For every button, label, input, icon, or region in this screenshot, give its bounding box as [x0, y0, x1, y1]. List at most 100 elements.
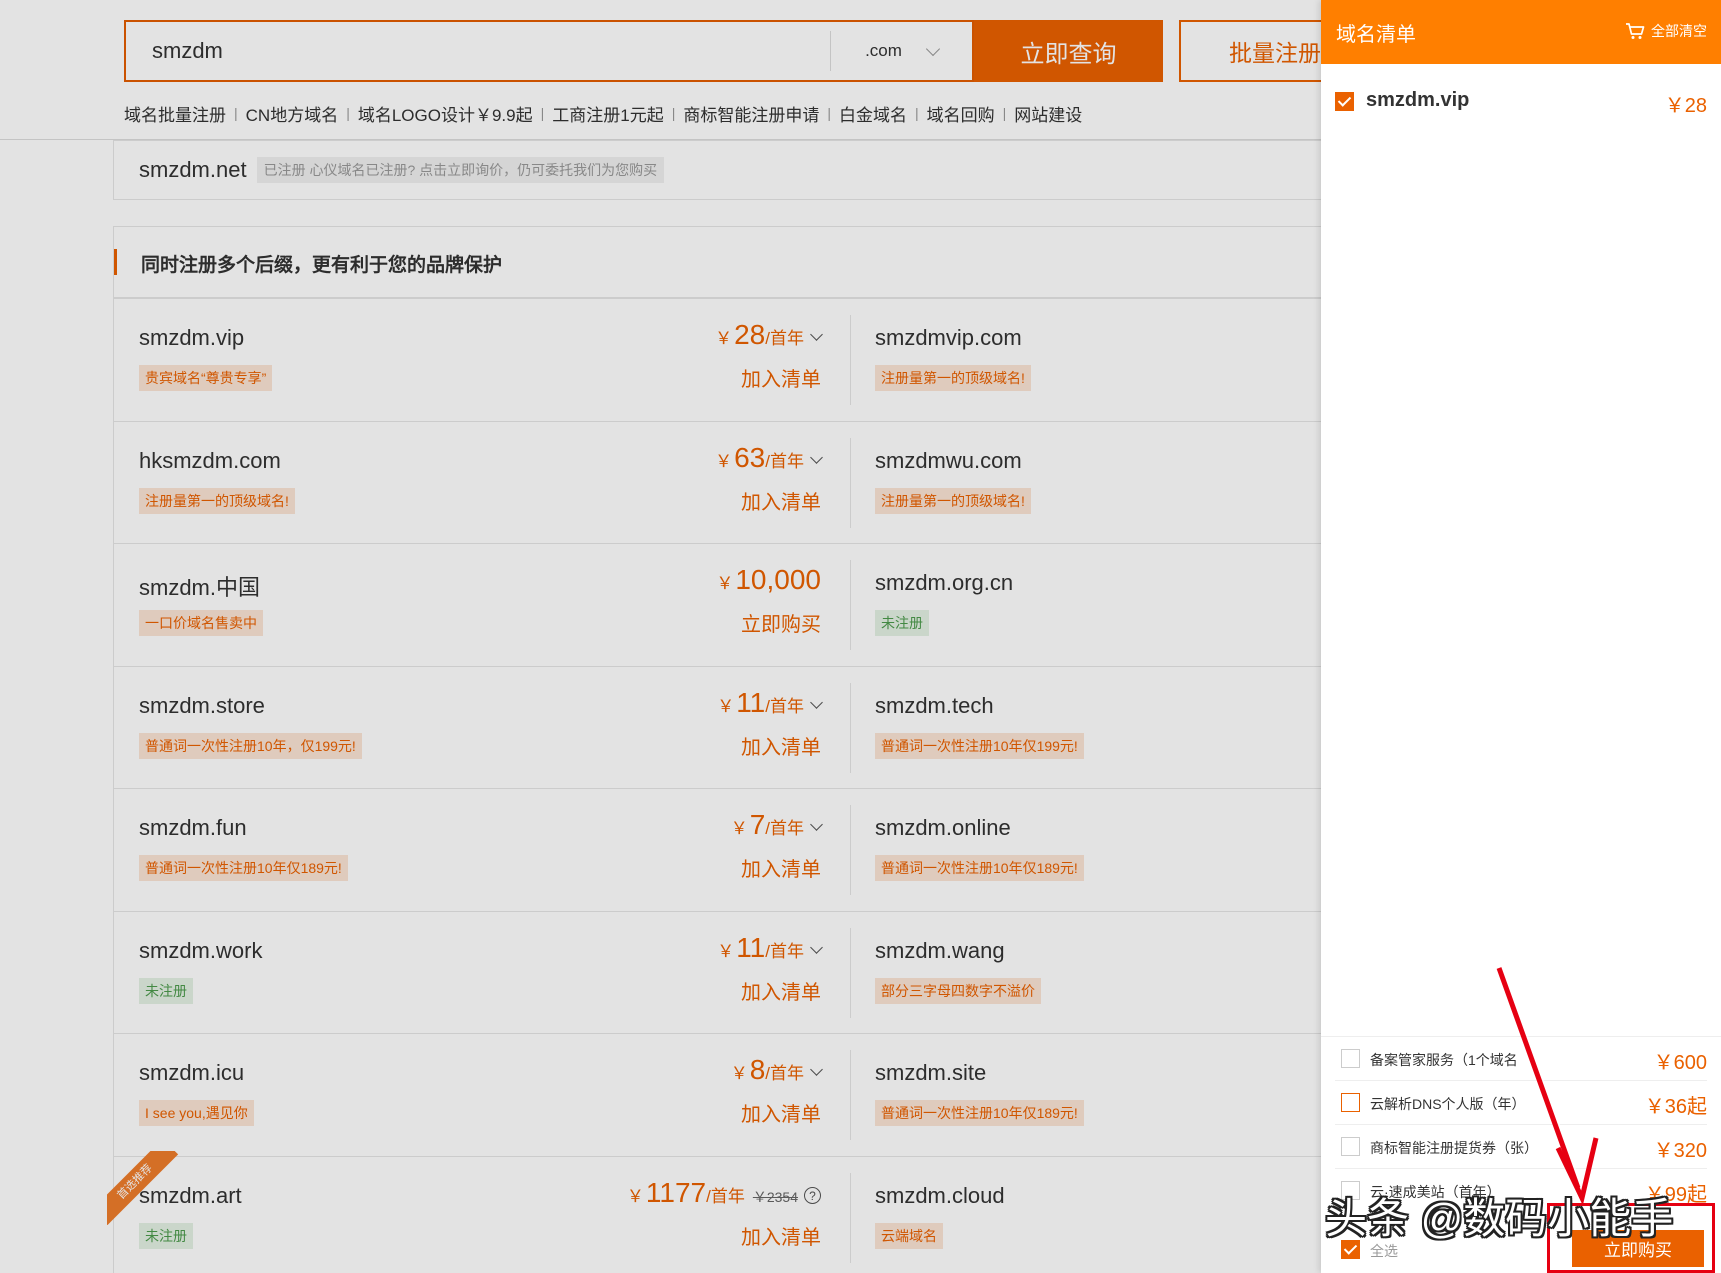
- price-unit: /首年: [706, 1186, 745, 1206]
- suggestion-list: smzdm.vip 贵宾域名“尊贵专享” ￥ 28/首年 加入清单 smzdmvi…: [107, 297, 1344, 1273]
- domain-name: smzdm.icu: [139, 1060, 245, 1085]
- domain-name: hksmzdm.com: [139, 447, 281, 473]
- domain-tag: 普通词一次性注册10年仅199元!: [875, 732, 1084, 759]
- domain-name: smzdm.org.cn: [875, 570, 1014, 595]
- suggestion-right: smzdm.tech 普通词一次性注册10年仅199元!: [850, 682, 1344, 773]
- buy-now-link[interactable]: 立即购买: [741, 608, 821, 637]
- suggestion-right: smzdm.online 普通词一次性注册10年仅189元!: [850, 805, 1344, 895]
- registered-result: smzdm.net 已注册 心仪域名已注册? 点击立即询价，仍可委托我们为您购买: [113, 140, 1343, 200]
- price-value: 11: [736, 686, 766, 718]
- service-checkbox[interactable]: [1341, 1137, 1360, 1156]
- suffix-select[interactable]: .com: [830, 31, 972, 71]
- add-to-list-button[interactable]: 加入清单: [741, 853, 821, 882]
- chevron-down-icon[interactable]: [810, 940, 823, 954]
- chevron-down-icon[interactable]: [810, 1063, 823, 1076]
- suggestion-right: smzdm.cloud 云端域名: [850, 1172, 1344, 1263]
- domain-tag: 注册量第一的顶级域名!: [875, 487, 1031, 514]
- separator: |: [540, 105, 545, 121]
- registered-note[interactable]: 已注册 心仪域名已注册? 点击立即询价，仍可委托我们为您购买: [256, 157, 665, 183]
- suggestion-left: smzdm.vip 贵宾域名“尊贵专享” ￥ 28/首年 加入清单: [114, 299, 849, 421]
- domain-tag: 部分三字母四数字不溢价: [875, 977, 1041, 1004]
- add-to-list-button[interactable]: 加入清单: [741, 1221, 821, 1250]
- cart-item-domain: smzdm.vip: [1366, 89, 1470, 111]
- price: ￥ 11/首年: [717, 932, 823, 964]
- domain-name: smzdm.work: [139, 937, 263, 963]
- cart-icon: [1626, 23, 1645, 39]
- service-label: 备案管家服务（1个域名: [1370, 1052, 1518, 1068]
- clear-all-button[interactable]: 全部清空: [1625, 21, 1707, 41]
- price-value: 8: [749, 1054, 766, 1085]
- query-button[interactable]: 立即查询: [974, 20, 1163, 82]
- service-price: ￥600: [1653, 1052, 1707, 1074]
- suggestion-left: 首选推荐 smzdm.art 未注册 ￥ 1177/首年 ￥2354? 加入清单: [107, 1150, 849, 1273]
- suggestion-row: smzdm.icu I see you,遇见你 ￥ 8/首年 加入清单 smzdm…: [114, 1033, 1342, 1156]
- currency: ￥: [717, 696, 735, 716]
- domain-tag: 普通词一次性注册10年仅189元!: [875, 855, 1084, 881]
- add-to-list-button[interactable]: 加入清单: [741, 363, 821, 392]
- domain-name: smzdm.tech: [875, 692, 994, 718]
- domain-name: smzdm.中国: [139, 575, 261, 600]
- currency: ￥: [715, 329, 733, 348]
- add-to-list-button[interactable]: 加入清单: [741, 486, 821, 515]
- quick-link[interactable]: 白金域名: [839, 101, 907, 126]
- suggestion-left: hksmzdm.com 注册量第一的顶级域名! ￥ 63/首年 加入清单: [114, 422, 849, 544]
- chevron-down-icon[interactable]: [810, 818, 823, 831]
- quick-link[interactable]: 域名批量注册: [124, 101, 226, 126]
- separator: |: [1002, 105, 1007, 121]
- suggestion-left: smzdm.icu I see you,遇见你 ￥ 8/首年 加入清单: [114, 1034, 849, 1156]
- service-price: ￥320: [1653, 1140, 1707, 1162]
- quick-link[interactable]: CN地方域名: [246, 101, 339, 126]
- search-input[interactable]: [126, 22, 830, 80]
- quick-link[interactable]: 域名回购: [927, 101, 995, 126]
- currency: ￥: [716, 574, 734, 593]
- help-icon[interactable]: ?: [804, 1187, 821, 1204]
- suggestion-row: smzdm.中国 一口价域名售卖中 ￥ 10,000 立即购买 smzdm.org…: [114, 543, 1342, 666]
- suggestion-right: smzdm.wang 部分三字母四数字不溢价: [850, 927, 1344, 1018]
- price-unit: /首年: [765, 451, 804, 471]
- quick-link[interactable]: 域名LOGO设计￥9.9起: [358, 101, 533, 126]
- quick-link[interactable]: 网站建设: [1014, 101, 1082, 126]
- price: ￥ 11/首年: [717, 686, 823, 719]
- page: .com 立即查询 批量注册 域名批量注册 | CN地方域名 | 域名LOGO设计￥…: [0, 0, 1721, 1273]
- chevron-down-icon[interactable]: [810, 695, 823, 709]
- service-item: 商标智能注册提货券（张） ￥320: [1335, 1125, 1707, 1169]
- domain-tag: 一口价域名售卖中: [139, 610, 263, 636]
- add-to-list-button[interactable]: 加入清单: [741, 1098, 821, 1127]
- service-checkbox[interactable]: [1341, 1093, 1360, 1112]
- batch-register-button[interactable]: 批量注册: [1179, 20, 1339, 82]
- add-to-list-button[interactable]: 加入清单: [741, 731, 821, 760]
- domain-tag: 贵宾域名“尊贵专享”: [139, 365, 273, 391]
- domain-tag: I see you,遇见你: [139, 1100, 254, 1126]
- price: ￥ 8/首年: [731, 1054, 823, 1086]
- clear-all-label: 全部清空: [1651, 23, 1707, 39]
- domain-name: smzdm.fun: [139, 815, 247, 840]
- suggestion-row: smzdm.work 未注册 ￥ 11/首年 加入清单 smzdm.wang 部分…: [114, 910, 1344, 1034]
- domain-tag: 注册量第一的顶级域名!: [139, 487, 295, 514]
- chevron-down-icon[interactable]: [810, 328, 823, 341]
- domain-name: smzdmwu.com: [875, 447, 1022, 473]
- suggestion-row: smzdm.store 普通词一次性注册10年，仅199元! ￥ 11/首年 加入…: [114, 665, 1344, 789]
- price: ￥ 7/首年: [731, 809, 823, 841]
- price-value: 10,000: [735, 564, 821, 595]
- quick-link[interactable]: 商标智能注册申请: [683, 101, 819, 126]
- separator: |: [827, 105, 831, 121]
- chevron-down-icon[interactable]: [810, 450, 823, 464]
- quick-link[interactable]: 工商注册1元起: [552, 101, 663, 126]
- price-unit: /首年: [765, 329, 804, 348]
- panel-title: 域名清单: [1336, 24, 1416, 46]
- service-label: 商标智能注册提货券（张）: [1370, 1140, 1538, 1156]
- suggestion-row: smzdm.fun 普通词一次性注册10年仅189元! ￥ 7/首年 加入清单 s…: [114, 788, 1342, 911]
- service-price: ￥36起: [1644, 1096, 1707, 1118]
- search-box: .com: [124, 20, 974, 82]
- price-unit: /首年: [765, 941, 804, 961]
- separator: |: [234, 105, 238, 121]
- cart-item-checkbox[interactable]: [1335, 92, 1354, 111]
- price-value: 63: [734, 441, 766, 473]
- domain-tag: 普通词一次性注册10年仅189元!: [875, 1100, 1084, 1126]
- add-to-list-button[interactable]: 加入清单: [741, 976, 821, 1005]
- suggestion-left: smzdm.fun 普通词一次性注册10年仅189元! ￥ 7/首年 加入清单: [114, 789, 849, 911]
- cart-item-price: ￥28: [1664, 95, 1707, 117]
- price: ￥ 10,000: [716, 564, 821, 596]
- cart-item: smzdm.vip ￥28: [1335, 89, 1707, 117]
- service-checkbox[interactable]: [1341, 1049, 1360, 1068]
